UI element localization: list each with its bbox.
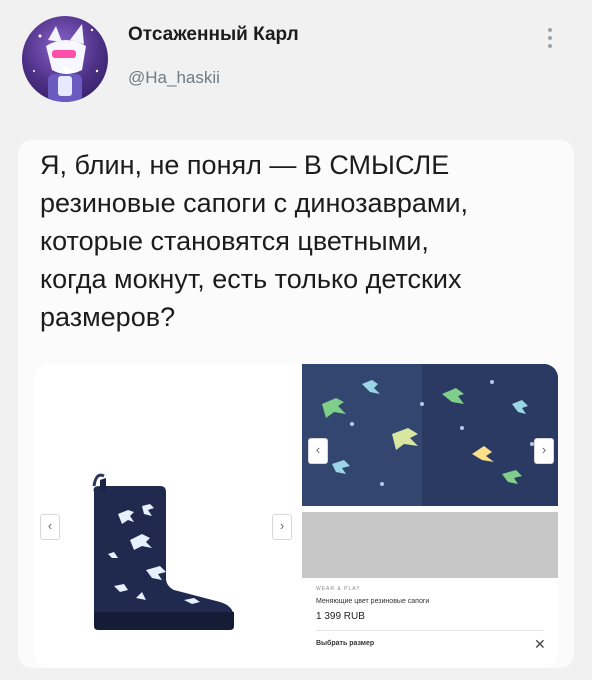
tweet-text: Я, блин, не понял — В СМЫСЛЕ резиновые с… xyxy=(40,146,560,336)
product-brand: WEAR & PLAY xyxy=(316,586,361,592)
avatar[interactable] xyxy=(22,16,108,102)
more-options-button[interactable] xyxy=(544,28,556,54)
product-image-pattern[interactable]: ‹ › xyxy=(302,364,558,506)
tweet-line: которые становятся цветными, xyxy=(40,226,429,256)
close-icon[interactable]: ✕ xyxy=(534,636,546,653)
tweet-line: размеров? xyxy=(40,302,176,332)
product-title[interactable]: Меняющие цвет резиновые сапоги xyxy=(316,598,429,605)
next-image-button[interactable]: › xyxy=(534,438,554,464)
product-image-boot[interactable]: ‹ › xyxy=(34,364,296,668)
author-name[interactable]: Отсаженный Карл xyxy=(128,24,299,46)
wolf-avatar-icon xyxy=(33,24,99,102)
dinosaur-pattern-icon xyxy=(302,364,558,506)
select-size-button[interactable]: Выбрать размер xyxy=(316,640,374,647)
more-vertical-icon xyxy=(544,28,556,48)
chevron-left-icon: ‹ xyxy=(47,518,53,533)
tweet-line: резиновые сапоги с динозаврами, xyxy=(40,188,469,218)
divider xyxy=(316,630,544,631)
product-info-panel[interactable]: WEAR & PLAY Меняющие цвет резиновые сапо… xyxy=(302,512,558,668)
chevron-right-icon: › xyxy=(279,518,285,533)
tweet-line: когда мокнут, есть только детских xyxy=(40,264,462,294)
prev-image-button[interactable]: ‹ xyxy=(308,438,328,464)
prev-image-button[interactable]: ‹ xyxy=(40,514,60,540)
chevron-right-icon: › xyxy=(541,442,547,457)
next-image-button[interactable]: › xyxy=(272,514,292,540)
author-handle[interactable]: @Ha_haskii xyxy=(128,68,220,88)
tweet-line: Я, блин, не понял — В СМЫСЛЕ xyxy=(40,150,450,180)
image-placeholder xyxy=(302,512,558,578)
chevron-left-icon: ‹ xyxy=(315,442,321,457)
media-grid[interactable]: ‹ › ‹ › WEAR & PLAY Меняющие цвет резино… xyxy=(34,364,558,668)
product-price: 1 399 RUB xyxy=(316,611,365,622)
dinosaur-boot-icon xyxy=(92,473,234,630)
